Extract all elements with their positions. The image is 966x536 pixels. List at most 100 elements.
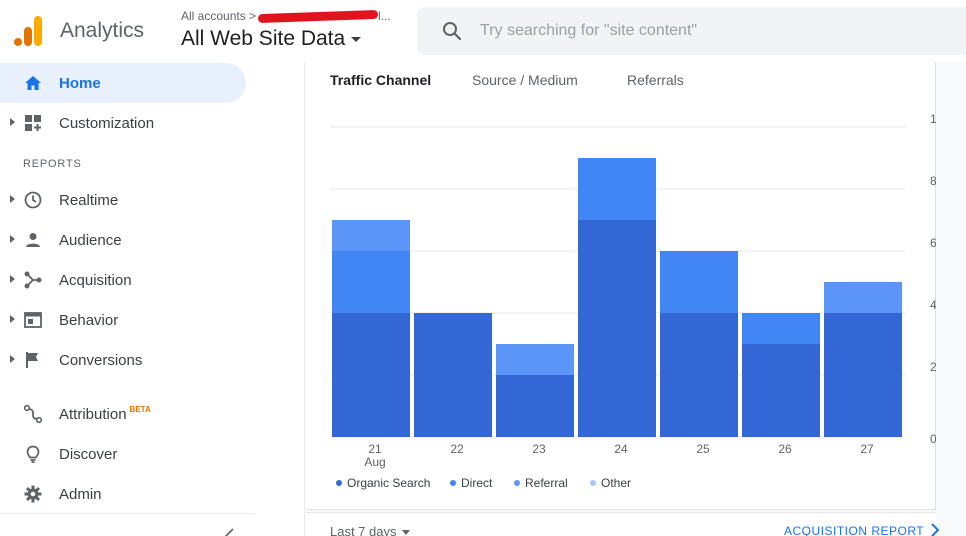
y-tick-label: 4 (930, 298, 936, 312)
sidebar-item-label: Conversions (59, 352, 143, 369)
x-tick-label: 22 (450, 442, 464, 456)
legend-swatch (336, 480, 342, 486)
bar-segment-organic-search (332, 313, 410, 437)
legend-label: Direct (461, 476, 493, 490)
bar-segment-referral (332, 220, 410, 251)
y-tick-label: 10 (930, 112, 936, 126)
sidebar-item-admin[interactable]: Admin (0, 474, 300, 514)
search-icon (443, 22, 462, 41)
bar-segment-direct (742, 313, 820, 344)
y-tick-label: 8 (930, 174, 936, 188)
sidebar-item-behavior[interactable]: Behavior (0, 300, 300, 340)
sidebar-item-attribution[interactable]: Attribution BETA (0, 394, 300, 434)
legend-direct[interactable]: Direct (450, 476, 492, 490)
sidebar-item-label: Customization (59, 115, 155, 132)
sidebar-item-label: Home (59, 75, 101, 92)
legend-swatch (514, 480, 520, 486)
bar-segment-organic-search (496, 375, 574, 437)
legend-label: Organic Search (347, 476, 431, 490)
search-input[interactable] (480, 19, 940, 43)
sidebar-item-customization[interactable]: Customization (0, 103, 300, 143)
sidebar-item-realtime[interactable]: Realtime (0, 180, 300, 220)
dropdown-caret-icon (401, 530, 410, 536)
attribution-icon (23, 404, 43, 424)
top-header: Analytics All accounts > l... All Web Sit… (0, 0, 966, 62)
date-range-label: Last 7 days (330, 524, 397, 536)
home-icon (25, 76, 41, 90)
brand-title: Analytics (60, 19, 145, 42)
traffic-bar-chart: 024681021Aug222324252627 (330, 112, 936, 469)
gear-icon (24, 485, 42, 503)
account-breadcrumb[interactable]: All accounts > l... (181, 9, 391, 24)
bar-segment-organic-search (824, 313, 902, 437)
sidebar-item-discover[interactable]: Discover (0, 434, 300, 474)
sidebar-item-label: Attribution (59, 406, 127, 423)
sidebar-item-conversions[interactable]: Conversions (0, 340, 300, 380)
property-view-selector[interactable]: All Web Site Data (181, 27, 362, 51)
expand-arrow-icon[interactable] (10, 275, 15, 283)
bar-segment-referral (824, 282, 902, 313)
flag-icon (26, 352, 38, 368)
collapse-sidebar-icon[interactable] (224, 528, 234, 536)
bar-segment-organic-search (742, 344, 820, 437)
bar-segment-direct (332, 251, 410, 313)
bar-segment-organic-search (414, 313, 492, 437)
dropdown-caret-icon (351, 36, 362, 42)
sidebar-item-label-wrap: Attribution BETA (59, 405, 151, 423)
sidebar-divider (0, 513, 255, 514)
legend-swatch (450, 480, 456, 486)
sidebar-item-label: Behavior (59, 312, 119, 329)
main-content: Traffic Channel Source / Medium Referral… (306, 62, 966, 536)
legend-label: Referral (525, 476, 568, 490)
x-tick-label: 23 (532, 442, 546, 456)
x-tick-label: 24 (614, 442, 628, 456)
legend-swatch (590, 480, 596, 486)
expand-arrow-icon[interactable] (10, 118, 15, 126)
sidebar-item-label: Acquisition (59, 272, 132, 289)
acquisition-branch-icon (24, 271, 42, 289)
legend-label: Other (601, 476, 632, 490)
person-icon (26, 233, 40, 247)
browser-window-icon (24, 312, 42, 328)
sidebar-item-label: Realtime (59, 192, 119, 209)
analytics-logo-icon[interactable] (13, 15, 43, 47)
legend-other[interactable]: Other (590, 476, 631, 490)
legend-referral[interactable]: Referral (514, 476, 568, 490)
dashboard-grid-icon (25, 115, 41, 131)
sidebar-item-home[interactable]: Home (0, 63, 246, 103)
sidebar: Home Customization REPORTS Realtime Audi… (0, 62, 305, 536)
y-tick-label: 2 (930, 360, 936, 374)
bar-segment-direct (660, 251, 738, 313)
sidebar-item-label: Admin (59, 486, 102, 503)
clock-icon (24, 191, 42, 209)
bar-segment-referral (496, 344, 574, 375)
x-tick-label: 27 (860, 442, 874, 456)
sidebar-item-label: Discover (59, 446, 118, 463)
y-tick-label: 0 (930, 432, 936, 446)
legend-organic-search[interactable]: Organic Search (336, 476, 430, 490)
date-range-selector[interactable]: Last 7 days (330, 524, 410, 536)
expand-arrow-icon[interactable] (10, 315, 15, 323)
chevron-right-icon[interactable] (931, 523, 939, 536)
x-tick-label: 25 (696, 442, 710, 456)
search-bar[interactable] (417, 7, 966, 55)
x-tick-label: 26 (778, 442, 792, 456)
bar-segment-organic-search (578, 220, 656, 437)
traffic-card: Traffic Channel Source / Medium Referral… (306, 62, 936, 510)
sidebar-item-label: Audience (59, 232, 122, 249)
acquisition-report-link[interactable]: ACQUISITION REPORT (784, 524, 924, 536)
sidebar-item-acquisition[interactable]: Acquisition (0, 260, 300, 300)
property-label: All Web Site Data (181, 27, 346, 50)
x-tick-sublabel: Aug (364, 455, 385, 469)
bar-segment-direct (578, 158, 656, 220)
lightbulb-icon (26, 445, 40, 463)
expand-arrow-icon[interactable] (10, 235, 15, 243)
x-tick-label: 21 (368, 442, 382, 456)
expand-arrow-icon[interactable] (10, 195, 15, 203)
bar-segment-organic-search (660, 313, 738, 437)
sidebar-item-audience[interactable]: Audience (0, 220, 300, 260)
reports-section-heading: REPORTS (23, 158, 82, 170)
accounts-tail: l... (378, 9, 391, 23)
expand-arrow-icon[interactable] (10, 355, 15, 363)
redacted-account-name (257, 10, 379, 24)
